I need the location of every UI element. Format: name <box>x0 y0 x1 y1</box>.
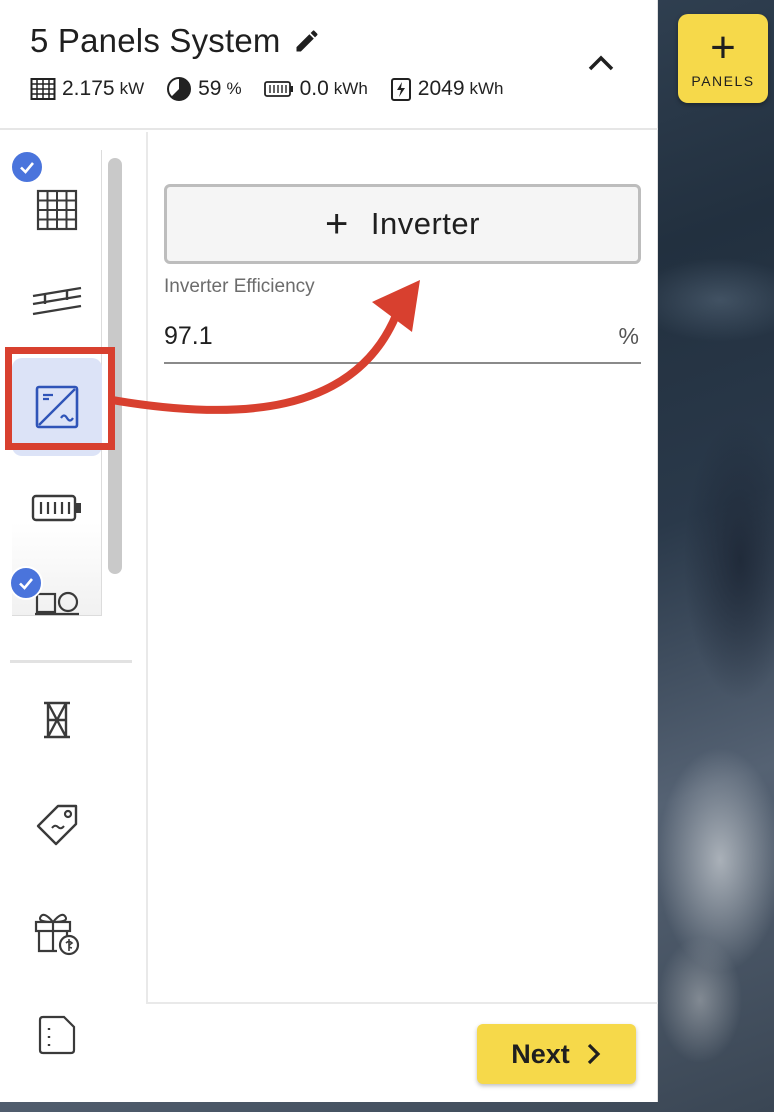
energy-value: 2049 <box>417 77 465 100</box>
incentive-gift-icon <box>34 913 80 956</box>
add-panels-label: PANELS <box>691 72 755 89</box>
design-panel: 5 Panels System 2.175 kW 59 % 0.0 kWh 20… <box>0 0 658 1102</box>
add-panels-button[interactable]: + PANELS <box>678 14 768 103</box>
system-stats: 2.175 kW 59 % 0.0 kWh 2049 kWh <box>30 76 526 102</box>
battery-value: 0.0 <box>299 77 329 100</box>
document-icon <box>38 1015 76 1055</box>
percent-unit: % <box>618 322 639 349</box>
plus-icon: + <box>710 22 736 72</box>
battery-stat: 0.0 kWh <box>263 77 368 101</box>
plus-icon: + <box>325 202 349 246</box>
next-label: Next <box>511 1038 570 1069</box>
power-stat: 2.175 kW <box>30 77 144 101</box>
sidebar-item-pricing[interactable] <box>12 780 102 870</box>
mounting-rails-icon <box>32 286 82 316</box>
sidebar-item-mounting[interactable] <box>12 252 102 348</box>
offset-value: 59 <box>198 77 222 100</box>
power-value: 2.175 <box>62 77 115 100</box>
system-title: 5 Panels System <box>30 22 281 59</box>
check-icon <box>10 150 44 184</box>
chevron-up-icon[interactable] <box>585 48 617 80</box>
step-footer: Next <box>146 1002 658 1102</box>
offset-unit: % <box>226 79 242 98</box>
sidebar-item-proposal[interactable] <box>12 990 102 1080</box>
add-inverter-button[interactable]: + Inverter <box>164 184 641 264</box>
inverter-efficiency-label: Inverter Efficiency <box>164 276 315 297</box>
pie-chart-icon <box>167 77 192 101</box>
next-button[interactable]: Next <box>477 1024 636 1084</box>
tower-icon <box>44 701 70 739</box>
power-unit: kW <box>119 79 145 98</box>
lightning-battery-icon <box>390 78 411 101</box>
inverter-efficiency-field: % <box>164 310 641 364</box>
battery-icon <box>31 494 81 522</box>
battery-small-icon <box>263 81 293 97</box>
chevron-right-icon <box>587 1043 601 1065</box>
sidebar-item-structure[interactable] <box>12 678 102 762</box>
price-tag-icon <box>36 804 78 846</box>
panel-grid-icon <box>30 78 56 100</box>
annotation-highlight-box <box>5 347 115 450</box>
sidebar-divider <box>10 660 132 663</box>
battery-unit: kWh <box>333 79 368 98</box>
sidebar-item-battery[interactable] <box>12 460 102 556</box>
inverter-step-content: + Inverter Inverter Efficiency % <box>146 132 658 1002</box>
step-sidebar <box>0 130 146 1102</box>
inverter-efficiency-input[interactable] <box>164 321 619 351</box>
system-header: 5 Panels System 2.175 kW 59 % 0.0 kWh 20… <box>0 0 658 130</box>
devices-icon <box>35 591 79 616</box>
check-icon <box>9 566 43 600</box>
offset-stat: 59 % <box>166 76 242 102</box>
energy-stat: 2049 kWh <box>390 76 504 102</box>
solar-panel-icon <box>36 189 78 231</box>
add-inverter-label: Inverter <box>370 206 480 241</box>
pencil-icon[interactable] <box>293 27 321 55</box>
sidebar-item-incentives[interactable] <box>12 886 102 978</box>
energy-unit: kWh <box>469 79 504 98</box>
